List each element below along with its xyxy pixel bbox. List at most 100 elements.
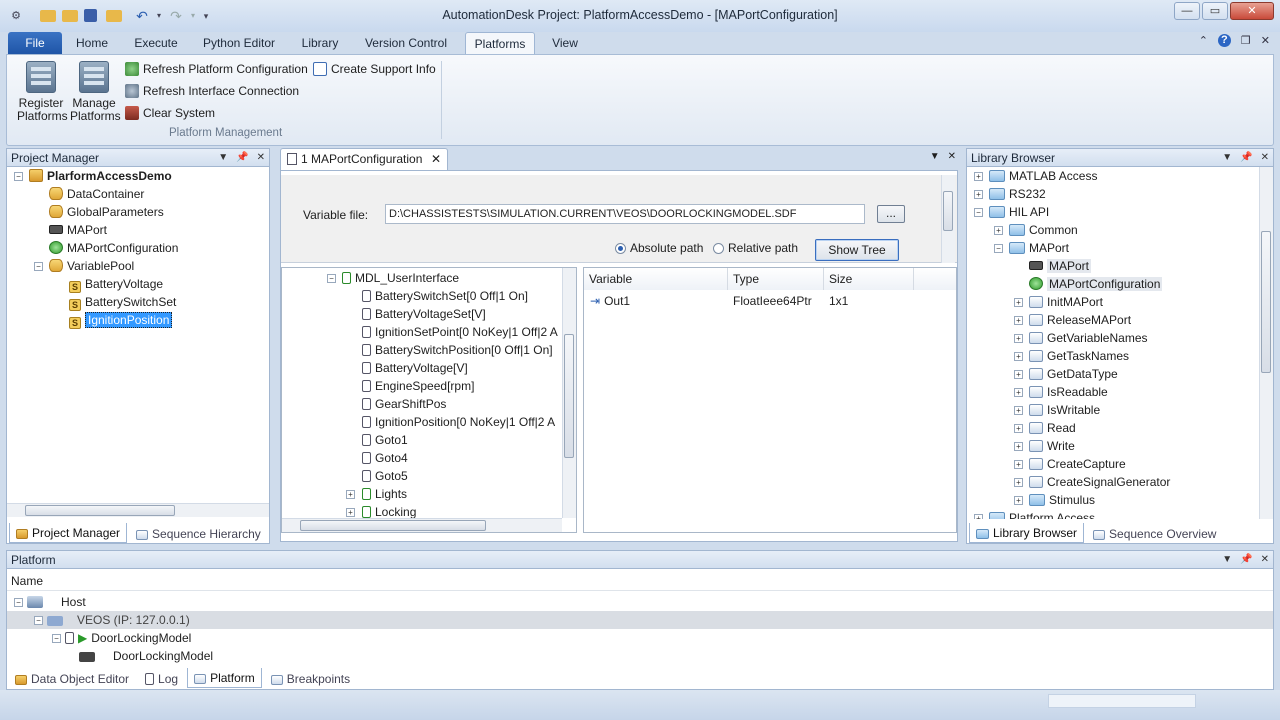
library-item-createcapture[interactable]: CreateCapture xyxy=(1029,455,1126,473)
settings-vertical-scrollbar[interactable] xyxy=(941,175,955,263)
table-cell-variable[interactable]: ⇥ Out1 xyxy=(590,292,630,310)
app-menu-icon[interactable]: ⚙ xyxy=(8,8,24,24)
model-tree-vertical-scrollbar[interactable] xyxy=(562,268,576,518)
expand-icon[interactable]: + xyxy=(994,226,1003,235)
model-tree-item[interactable]: Goto5 xyxy=(362,467,408,485)
tree-item-mdl-userinterface[interactable]: MDL_UserInterface xyxy=(342,269,459,287)
model-tree-item[interactable]: Goto1 xyxy=(362,431,408,449)
tree-item-batteryvoltage[interactable]: S BatteryVoltage xyxy=(69,275,163,293)
document-tab-close-icon[interactable]: ✕ xyxy=(431,149,441,169)
library-item-initmaport[interactable]: InitMAPort xyxy=(1029,293,1103,311)
library-item-maportconfiguration[interactable]: MAPortConfiguration xyxy=(1029,275,1163,293)
customize-toolbar-icon[interactable]: ▾ xyxy=(198,8,214,24)
register-platforms-button[interactable]: Register Platforms xyxy=(17,61,68,123)
show-tree-button[interactable]: Show Tree xyxy=(815,239,899,261)
model-tree-item[interactable]: IgnitionPosition[0 NoKey|1 Off|2 A xyxy=(362,413,555,431)
library-item-gettasknames[interactable]: GetTaskNames xyxy=(1029,347,1129,365)
tab-version-control[interactable]: Version Control xyxy=(358,32,454,54)
tree-item-variablepool[interactable]: VariablePool xyxy=(49,257,134,275)
redo-icon[interactable]: ↷ xyxy=(168,8,184,24)
document-tab[interactable]: 1 MAPortConfiguration ✕ xyxy=(280,148,448,170)
library-item-common[interactable]: Common xyxy=(1009,221,1078,239)
browse-button[interactable]: ... xyxy=(877,205,905,223)
platform-column-header[interactable]: Name xyxy=(7,571,1273,591)
panel-close-icon[interactable]: ✕ xyxy=(1261,551,1269,569)
new-project-icon[interactable] xyxy=(40,10,56,22)
save-icon[interactable] xyxy=(84,9,97,22)
platform-item-host[interactable]: Host xyxy=(27,593,86,611)
create-support-info-button[interactable]: Create Support Info xyxy=(313,59,436,79)
project-horizontal-scrollbar[interactable] xyxy=(7,503,269,517)
collapse-icon[interactable]: − xyxy=(14,598,23,607)
close-document-icon[interactable]: ✕ xyxy=(1261,34,1270,47)
expand-icon[interactable]: + xyxy=(1014,460,1023,469)
tab-file[interactable]: File xyxy=(8,32,62,54)
tab-platforms[interactable]: Platforms xyxy=(465,32,535,54)
library-vertical-scrollbar[interactable] xyxy=(1259,167,1273,519)
collapse-icon[interactable]: − xyxy=(14,172,23,181)
expand-icon[interactable]: + xyxy=(1014,406,1023,415)
library-item-getdatatype[interactable]: GetDataType xyxy=(1029,365,1118,383)
library-item-maport-folder[interactable]: MAPort xyxy=(1009,239,1069,257)
platform-item-veos[interactable]: VEOS (IP: 127.0.0.1) xyxy=(47,611,190,629)
library-item-write[interactable]: Write xyxy=(1029,437,1075,455)
panel-menu-icon[interactable]: ▼ xyxy=(218,149,228,167)
expand-icon[interactable]: + xyxy=(1014,442,1023,451)
tree-item-project[interactable]: PlarformAccessDemo xyxy=(29,167,172,185)
library-item-matlab-access[interactable]: MATLAB Access xyxy=(989,167,1097,185)
panel-menu-icon[interactable]: ▼ xyxy=(1222,149,1232,167)
expand-icon[interactable]: + xyxy=(1014,424,1023,433)
collapse-icon[interactable]: − xyxy=(52,634,61,643)
library-item-platform-access[interactable]: Platform Access xyxy=(989,509,1095,519)
refresh-interface-connection-button[interactable]: Refresh Interface Connection xyxy=(125,81,299,101)
pin-icon[interactable]: 📌 xyxy=(236,149,248,167)
close-button[interactable]: ✕ xyxy=(1230,2,1274,20)
collapse-icon[interactable]: − xyxy=(327,274,336,283)
library-item-iswritable[interactable]: IsWritable xyxy=(1029,401,1100,419)
scroll-thumb[interactable] xyxy=(300,520,486,531)
pin-icon[interactable]: 📌 xyxy=(1240,551,1252,569)
minimize-ribbon-icon[interactable]: ⌃ xyxy=(1199,34,1208,47)
platform-item-doorlockingmodel[interactable]: DoorLockingModel xyxy=(79,647,213,665)
document-close-icon[interactable]: ✕ xyxy=(948,151,956,162)
save-all-icon[interactable] xyxy=(106,10,122,22)
scroll-thumb[interactable] xyxy=(1261,231,1271,373)
collapse-icon[interactable]: − xyxy=(974,208,983,217)
collapse-icon[interactable]: − xyxy=(34,262,43,271)
library-item-isreadable[interactable]: IsReadable xyxy=(1029,383,1108,401)
model-tree-item[interactable]: IgnitionSetPoint[0 NoKey|1 Off|2 A xyxy=(362,323,558,341)
expand-icon[interactable]: + xyxy=(1014,352,1023,361)
tab-python-editor[interactable]: Python Editor xyxy=(196,32,282,54)
expand-icon[interactable]: + xyxy=(1014,334,1023,343)
document-list-icon[interactable]: ▼ xyxy=(930,151,940,162)
model-tree-item[interactable]: BatterySwitchSet[0 Off|1 On] xyxy=(362,287,528,305)
tab-execute[interactable]: Execute xyxy=(128,32,184,54)
refresh-platform-configuration-button[interactable]: Refresh Platform Configuration xyxy=(125,59,308,79)
model-tree-item[interactable]: GearShiftPos xyxy=(362,395,446,413)
panel-menu-icon[interactable]: ▼ xyxy=(1222,551,1232,569)
clear-system-button[interactable]: Clear System xyxy=(125,103,215,123)
library-item-releasemaport[interactable]: ReleaseMAPort xyxy=(1029,311,1131,329)
tab-sequence-overview[interactable]: Sequence Overview xyxy=(1086,523,1223,543)
library-item-hil-api[interactable]: HIL API xyxy=(989,203,1049,221)
tab-platform[interactable]: Platform xyxy=(187,668,262,688)
undo-icon[interactable]: ↶ xyxy=(134,8,150,24)
tab-project-manager[interactable]: Project Manager xyxy=(9,523,128,543)
help-icon[interactable]: ? xyxy=(1217,34,1231,47)
expand-icon[interactable]: + xyxy=(1014,478,1023,487)
tab-sequence-hierarchy[interactable]: Sequence Hierarchy xyxy=(129,523,268,543)
absolute-path-radio[interactable]: Absolute path xyxy=(615,241,703,255)
model-tree-item[interactable]: EngineSpeed[rpm] xyxy=(362,377,474,395)
library-item-getvariablenames[interactable]: GetVariableNames xyxy=(1029,329,1148,347)
model-tree-item[interactable]: BatteryVoltage[V] xyxy=(362,359,468,377)
tab-home[interactable]: Home xyxy=(70,32,114,54)
restore-document-icon[interactable]: ❐ xyxy=(1241,34,1251,47)
collapse-icon[interactable]: − xyxy=(34,616,43,625)
tree-item-maport[interactable]: MAPort xyxy=(49,221,107,239)
column-header-variable[interactable]: Variable xyxy=(584,268,728,290)
model-tree-item[interactable]: BatterySwitchPosition[0 Off|1 On] xyxy=(362,341,553,359)
column-header-type[interactable]: Type xyxy=(728,268,824,290)
expand-icon[interactable]: + xyxy=(346,508,355,517)
column-header-size[interactable]: Size xyxy=(824,268,914,290)
expand-icon[interactable]: + xyxy=(974,190,983,199)
